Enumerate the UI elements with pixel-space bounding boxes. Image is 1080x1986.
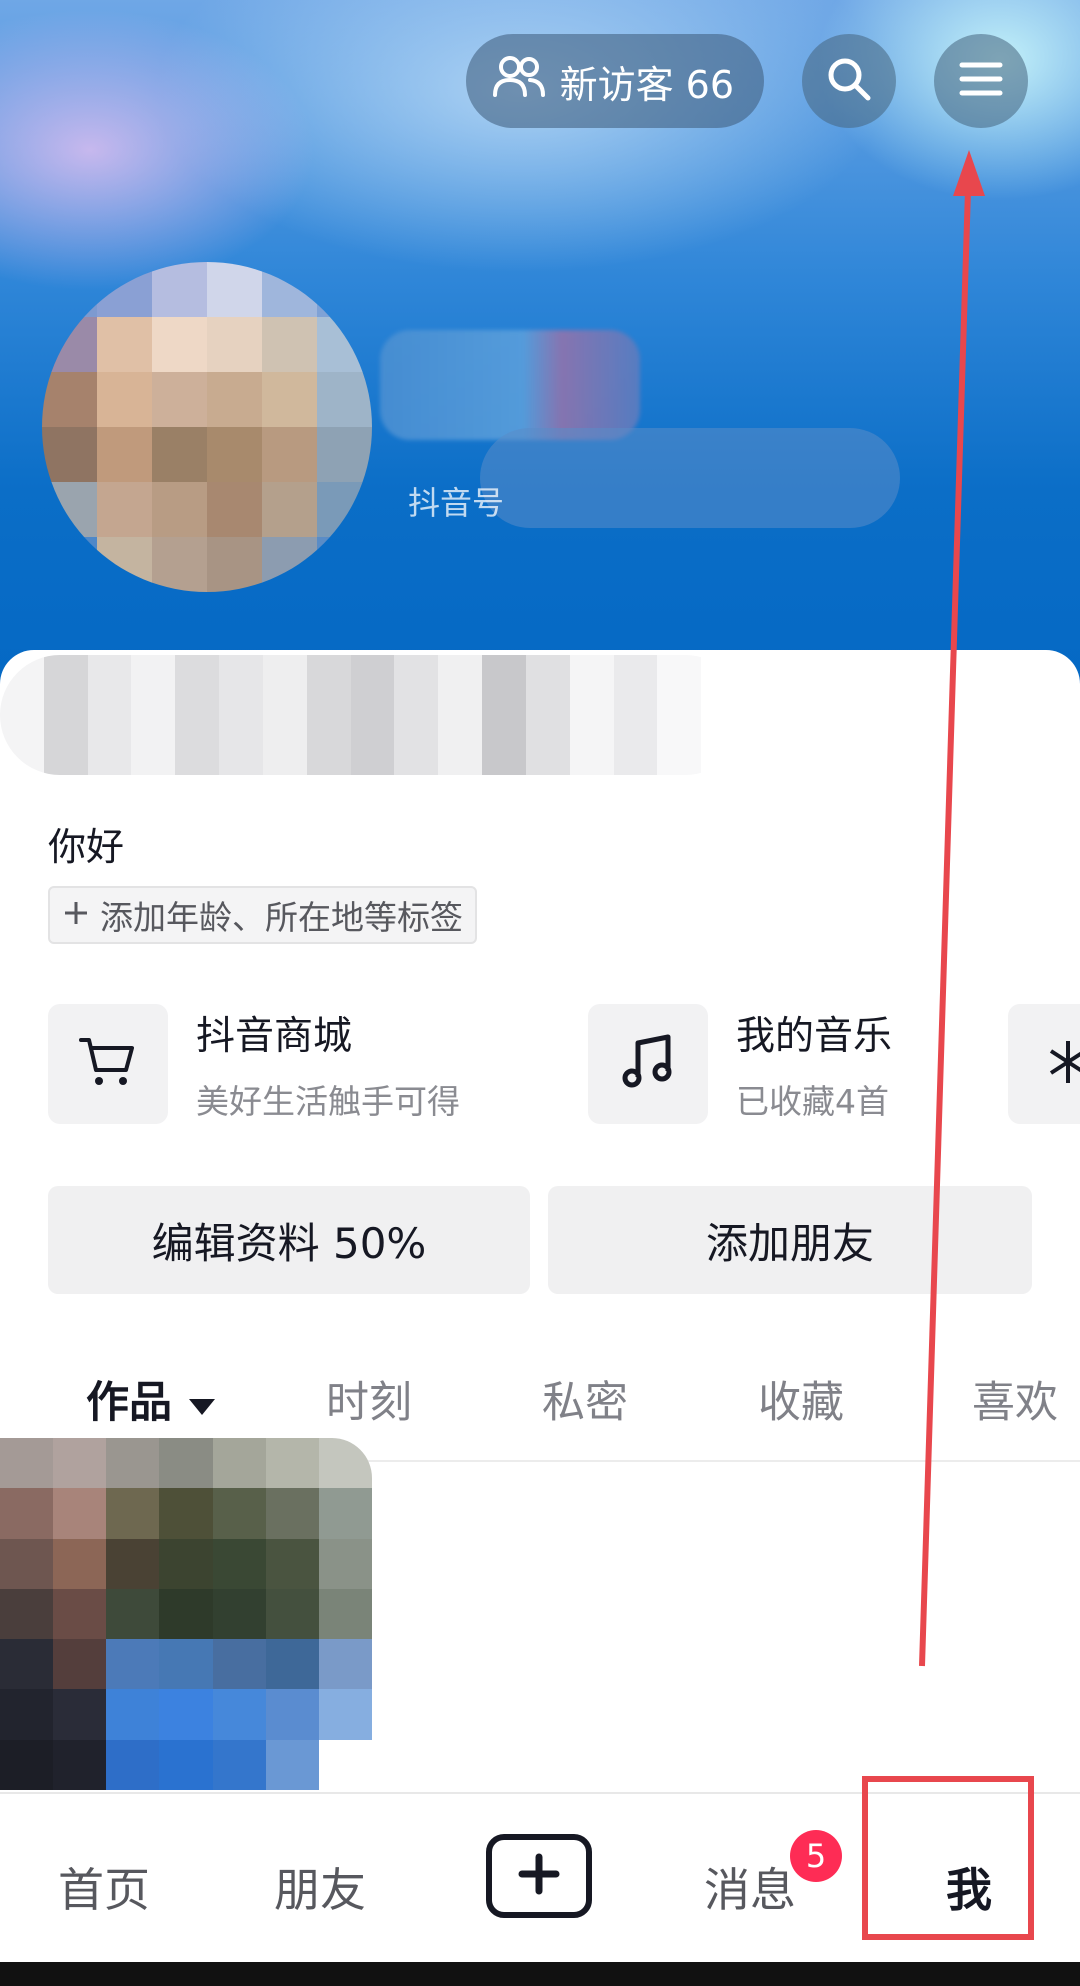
shortcut-shop[interactable]: 抖音商城 美好生活触手可得 xyxy=(48,1004,460,1124)
messages-badge: 5 xyxy=(790,1830,842,1882)
shortcut-more-icon-box xyxy=(1008,1004,1080,1124)
bio-text: 你好 xyxy=(48,825,125,869)
nav-home[interactable]: 首页 xyxy=(58,1854,150,1920)
video-thumbnail[interactable] xyxy=(0,1438,372,1790)
hamburger-menu-icon xyxy=(958,59,1004,103)
tab-moments[interactable]: 时刻 xyxy=(326,1368,412,1430)
add-tags-label: 添加年龄、所在地等标签 xyxy=(100,898,463,937)
new-visitors-label: 新访客 66 xyxy=(559,62,734,107)
tab-favorites[interactable]: 收藏 xyxy=(758,1368,844,1430)
plus-icon xyxy=(62,896,90,935)
shortcut-music-icon-box xyxy=(588,1004,708,1124)
add-friends-button[interactable]: 添加朋友 xyxy=(548,1186,1032,1294)
avatar[interactable] xyxy=(42,262,372,592)
triangle-down-icon xyxy=(187,1378,217,1428)
nav-messages[interactable]: 消息 xyxy=(704,1854,796,1920)
new-visitors-button[interactable]: 新访客 66 xyxy=(465,34,764,128)
account-id-blurred xyxy=(480,428,900,528)
search-icon xyxy=(824,54,874,108)
annotation-highlight-box xyxy=(862,1776,1034,1940)
shortcut-shop-subtitle: 美好生活触手可得 xyxy=(196,1082,460,1121)
people-icon xyxy=(492,55,546,108)
shortcut-shop-title: 抖音商城 xyxy=(196,1014,353,1059)
tab-works-label: 作品 xyxy=(86,1378,172,1428)
nav-friends[interactable]: 朋友 xyxy=(274,1854,366,1920)
search-button[interactable] xyxy=(802,34,896,128)
create-button[interactable] xyxy=(486,1834,592,1918)
cart-icon xyxy=(78,1034,138,1094)
account-id-label: 抖音号 xyxy=(408,484,505,522)
music-note-icon xyxy=(620,1033,676,1095)
shortcut-more[interactable] xyxy=(1008,1004,1080,1124)
profile-page: 新访客 66 抖音号 你好 添加年龄、所在地等标签 抖音商城 美好生活触手可得 … xyxy=(0,0,1080,1986)
tab-works[interactable]: 作品 xyxy=(86,1368,217,1430)
top-actions: 新访客 66 xyxy=(465,34,1028,128)
shortcut-shop-icon-box xyxy=(48,1004,168,1124)
menu-button[interactable] xyxy=(934,34,1028,128)
shortcut-music-subtitle: 已收藏4首 xyxy=(736,1082,889,1121)
shortcut-music[interactable]: 我的音乐 已收藏4首 xyxy=(588,1004,892,1124)
system-bar xyxy=(0,1962,1080,1986)
edit-profile-button[interactable]: 编辑资料 50% xyxy=(48,1186,530,1294)
plus-icon xyxy=(516,1851,562,1901)
tab-likes[interactable]: 喜欢 xyxy=(972,1368,1058,1430)
nickname-blurred xyxy=(380,330,640,440)
sparkle-icon xyxy=(1043,1037,1080,1091)
tab-private[interactable]: 私密 xyxy=(542,1368,628,1430)
add-tags-button[interactable]: 添加年龄、所在地等标签 xyxy=(48,886,477,944)
stats-blurred xyxy=(0,655,745,775)
shortcut-music-title: 我的音乐 xyxy=(736,1014,893,1059)
